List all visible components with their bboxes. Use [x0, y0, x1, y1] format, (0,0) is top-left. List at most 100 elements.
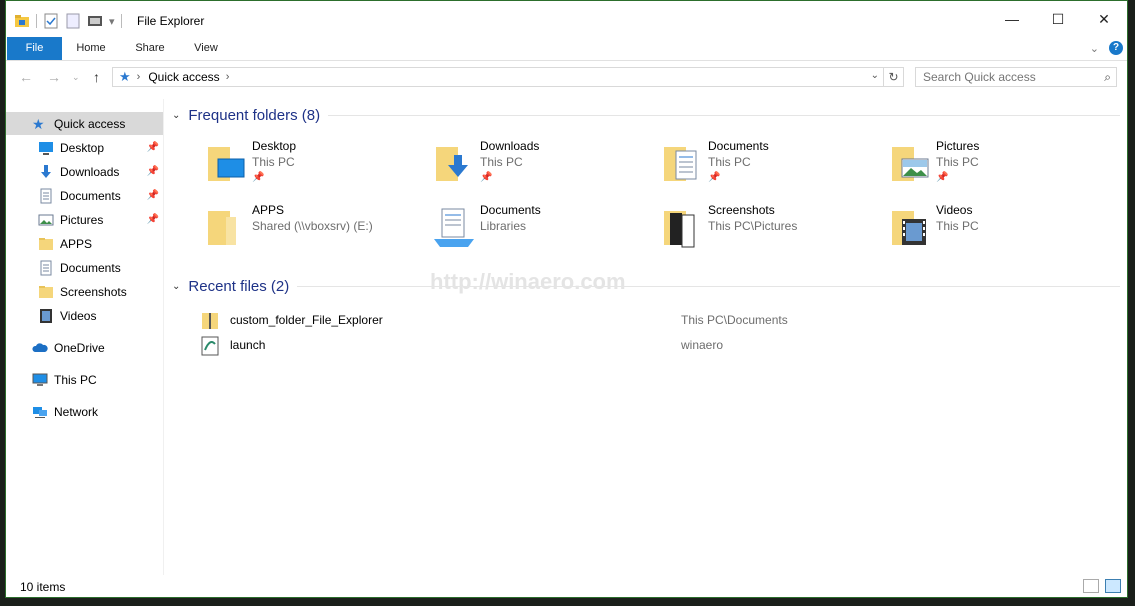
recent-file-name: custom_folder_File_Explorer — [230, 313, 383, 327]
expand-ribbon-chevron-icon[interactable]: ⌄ — [1090, 42, 1099, 55]
forward-arrow-icon[interactable]: → — [47, 69, 61, 85]
title-bar[interactable]: ▾ File Explorer — ☐ ✕ — [6, 1, 1127, 37]
pin-icon[interactable]: 📌 — [708, 172, 720, 183]
recent-locations-chevron-icon[interactable]: ⌄ — [72, 72, 80, 83]
folder-location: This PC — [480, 155, 523, 169]
customize-toolbar-chevron-icon[interactable]: ▾ — [109, 15, 115, 28]
nav-item-label: This PC — [54, 372, 97, 387]
pin-icon[interactable]: 📌 — [936, 172, 948, 183]
recent-file-location: This PC\Documents — [681, 313, 788, 327]
zip-folder-icon — [202, 313, 218, 329]
file-explorer-window: ▾ File Explorer — ☐ ✕ File Home Share Vi… — [5, 0, 1128, 598]
title-separator — [120, 14, 122, 28]
folder-tile-desktop[interactable]: Desktop This PC 📌 — [206, 139, 426, 191]
recent-files-header[interactable]: ⌄ Recent files (2) — [172, 276, 1120, 296]
nav-item-label: Videos — [60, 308, 97, 323]
pin-icon[interactable]: 📌 — [147, 214, 159, 225]
folder-tile-videos[interactable]: Videos This PC — [890, 203, 1110, 255]
nav-item-network[interactable]: Network — [6, 400, 163, 423]
ribbon-right-controls: ⌄ ? — [1090, 41, 1123, 55]
search-input[interactable] — [923, 69, 1093, 85]
nav-item-screenshots[interactable]: Screenshots — [6, 280, 163, 303]
folder-name: Desktop — [252, 139, 297, 153]
pin-icon[interactable]: 📌 — [252, 172, 264, 183]
pin-icon[interactable]: 📌 — [147, 166, 159, 177]
download-arrow-icon — [41, 164, 51, 178]
nav-item-label: OneDrive — [54, 340, 105, 355]
nav-item-label: Network — [54, 404, 99, 419]
nav-item-this-pc[interactable]: This PC — [6, 368, 163, 391]
nav-item-apps[interactable]: APPS — [6, 232, 163, 255]
desktop-icon — [39, 141, 53, 155]
details-view-icon[interactable] — [1083, 579, 1099, 593]
up-arrow-icon[interactable]: ↑ — [93, 69, 100, 85]
recent-file-row[interactable]: custom_folder_File_Explorer This PC\Docu… — [200, 310, 1110, 332]
folder-tile-screenshots[interactable]: Screenshots This PC\Pictures — [662, 203, 882, 255]
nav-item-onedrive[interactable]: OneDrive — [6, 336, 163, 359]
search-icon[interactable]: ⌕ — [1104, 70, 1111, 85]
frequent-folders-header[interactable]: ⌄ Frequent folders (8) — [172, 105, 1120, 125]
breadcrumb-quick-access[interactable]: Quick access — [148, 70, 219, 84]
nav-item-videos[interactable]: Videos — [6, 304, 163, 327]
nav-item-label: APPS — [60, 236, 93, 251]
folder-name: Documents — [480, 203, 541, 217]
nav-item-label: Documents — [60, 260, 121, 275]
folder-location: This PC — [252, 155, 295, 169]
videos-folder-icon — [892, 211, 926, 245]
minimize-button[interactable]: — — [989, 1, 1035, 37]
nav-item-quick-access[interactable]: ★ Quick access — [6, 112, 163, 135]
back-arrow-icon[interactable]: ← — [19, 69, 33, 85]
pin-icon[interactable]: 📌 — [147, 142, 159, 153]
address-dropdown-icon[interactable]: ⌄ — [871, 70, 879, 81]
recent-file-row[interactable]: launch winaero — [200, 335, 1110, 357]
folder-tile-apps[interactable]: APPS Shared (\\vboxsrv) (E:) — [206, 203, 426, 255]
pictures-folder-icon — [892, 147, 929, 181]
document-icon — [40, 188, 52, 203]
nav-item-desktop[interactable]: Desktop 📌 — [6, 136, 163, 159]
folder-tile-downloads[interactable]: Downloads This PC 📌 — [434, 139, 654, 191]
nav-item-label: Downloads — [60, 164, 120, 179]
nav-item-pictures[interactable]: Pictures 📌 — [6, 208, 163, 231]
refresh-icon[interactable]: ↻ — [884, 67, 904, 87]
nav-item-label: Documents — [60, 188, 121, 203]
nav-item-label: Desktop — [60, 140, 105, 155]
folder-tile-documents-library[interactable]: Documents Libraries — [434, 203, 654, 255]
nav-item-label: Quick access — [54, 116, 126, 131]
navigation-pane: ★ Quick access Desktop 📌 Downloads 📌 Doc… — [6, 99, 164, 575]
folder-name: Screenshots — [708, 203, 775, 217]
help-icon[interactable]: ? — [1109, 41, 1123, 55]
folder-location: This PC — [936, 219, 979, 233]
nav-item-downloads[interactable]: Downloads 📌 — [6, 160, 163, 183]
search-box[interactable]: ⌕ — [915, 67, 1117, 87]
breadcrumb-chevron-icon[interactable]: › — [137, 71, 141, 83]
window-title: File Explorer — [137, 14, 205, 28]
nav-item-documents[interactable]: Documents 📌 — [6, 184, 163, 207]
address-field[interactable]: ★ › Quick access › ⌄ — [112, 67, 884, 87]
nav-item-documents-2[interactable]: Documents — [6, 256, 163, 279]
maximize-button[interactable]: ☐ — [1035, 1, 1081, 37]
close-button[interactable]: ✕ — [1081, 1, 1127, 37]
group-title: Recent files (2) — [188, 277, 290, 295]
tab-home[interactable]: Home — [66, 37, 116, 60]
new-folder-icon[interactable] — [65, 13, 81, 29]
tab-file[interactable]: File — [7, 37, 62, 60]
properties-icon[interactable] — [43, 13, 59, 29]
pin-icon[interactable]: 📌 — [480, 172, 492, 183]
quick-access-star-icon: ★ — [119, 69, 131, 84]
view-toggle-group — [1083, 579, 1121, 593]
status-bar: 10 items — [6, 575, 1127, 597]
collapse-chevron-icon[interactable]: ⌄ — [172, 281, 180, 292]
recent-file-name: launch — [230, 338, 266, 352]
folder-tile-documents[interactable]: Documents This PC 📌 — [662, 139, 882, 191]
folder-location: Shared (\\vboxsrv) (E:) — [252, 219, 373, 233]
folder-tile-pictures[interactable]: Pictures This PC 📌 — [890, 139, 1110, 191]
pin-icon[interactable]: 📌 — [147, 190, 159, 201]
large-icons-view-icon[interactable] — [1105, 579, 1121, 593]
rename-icon[interactable] — [87, 13, 103, 29]
breadcrumb-chevron-icon[interactable]: › — [226, 71, 230, 83]
explorer-folder-icon[interactable] — [14, 13, 30, 29]
collapse-chevron-icon[interactable]: ⌄ — [172, 110, 180, 121]
tab-view[interactable]: View — [182, 37, 230, 60]
folder-location: This PC — [708, 155, 751, 169]
tab-share[interactable]: Share — [124, 37, 176, 60]
